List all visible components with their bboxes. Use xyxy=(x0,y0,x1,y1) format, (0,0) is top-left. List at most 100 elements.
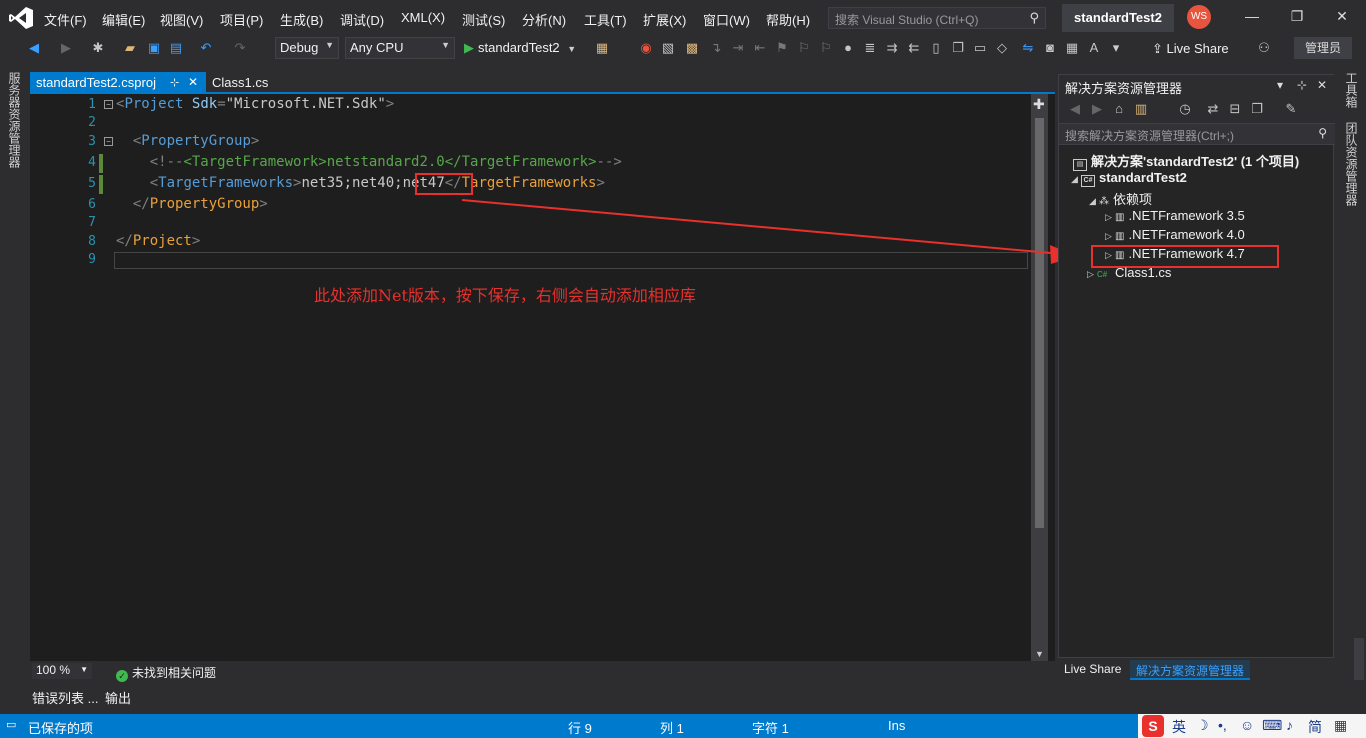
pin-icon[interactable]: ⊹ xyxy=(170,76,179,89)
start-debug-button[interactable]: ▶ standardTest2 ▼ xyxy=(464,40,576,56)
fold-toggle-icon[interactable]: − xyxy=(104,100,113,109)
undo-icon[interactable]: ↶ xyxy=(198,40,214,56)
keyboard-icon[interactable]: ⌨ xyxy=(1262,717,1282,734)
maximize-icon[interactable]: ❐ xyxy=(1287,8,1307,26)
expanded-icon[interactable]: ◢ xyxy=(1071,174,1081,185)
menu-project[interactable]: 项目(P) xyxy=(220,10,263,29)
collapsed-icon[interactable]: ▷ xyxy=(1105,231,1115,242)
close-icon[interactable]: ✕ xyxy=(1332,8,1352,26)
diag-icon[interactable]: ▧ xyxy=(660,40,676,56)
team-explorer-tab[interactable]: 团队资源管理器 xyxy=(1343,122,1360,206)
forward-icon[interactable]: ▶ xyxy=(58,40,74,56)
breakpoints-icon[interactable]: ● xyxy=(840,40,856,56)
process-icon[interactable]: ◉ xyxy=(638,40,654,56)
sync-icon[interactable]: ⇄ xyxy=(1205,101,1221,117)
menu-help[interactable]: 帮助(H) xyxy=(766,10,810,29)
close-tab-icon[interactable]: ✕ xyxy=(188,75,198,89)
bookmark-next-icon[interactable]: ⚐ xyxy=(818,40,834,56)
ime-grid-icon[interactable]: ▦ xyxy=(1334,717,1347,734)
tree-framework-35[interactable]: ▷ ▥ .NETFramework 3.5 xyxy=(1105,208,1245,227)
comment-icon[interactable]: ▩ xyxy=(684,40,700,56)
tab-class1[interactable]: Class1.cs xyxy=(210,72,270,94)
collapsed-icon[interactable]: ▷ xyxy=(1087,269,1097,280)
menu-window[interactable]: 窗口(W) xyxy=(703,10,750,29)
tree-dependencies[interactable]: ◢ ⁂ 依赖项 xyxy=(1089,189,1152,208)
bookmark-prev-icon[interactable]: ⚐ xyxy=(796,40,812,56)
tree-framework-40[interactable]: ▷ ▥ .NETFramework 4.0 xyxy=(1105,227,1245,246)
tree-class1[interactable]: ▷ C# Class1.cs xyxy=(1087,265,1171,284)
format-icon[interactable]: ≣ xyxy=(862,40,878,56)
tab-live-share[interactable]: Live Share xyxy=(1064,662,1121,676)
minimize-icon[interactable]: — xyxy=(1242,8,1262,26)
solution-search-input[interactable]: 搜索解决方案资源管理器(Ctrl+;) ⚲ xyxy=(1059,123,1335,145)
editor-scrollbar[interactable]: ✚ ▼ xyxy=(1031,94,1048,661)
tab-solution-explorer[interactable]: 解决方案资源管理器 xyxy=(1130,660,1251,680)
find-icon[interactable]: ◇ xyxy=(994,40,1010,56)
step-out-icon[interactable]: ⇤ xyxy=(752,40,768,56)
scrollbar-thumb[interactable] xyxy=(1035,118,1044,528)
window-position-icon[interactable]: ▾ xyxy=(1277,78,1283,92)
indent-icon[interactable]: ⇉ xyxy=(884,40,900,56)
collapsed-icon[interactable]: ▷ xyxy=(1105,212,1115,223)
step-over-icon[interactable]: ⇥ xyxy=(730,40,746,56)
tab-csproj[interactable]: standardTest2.csproj ⊹ ✕ xyxy=(30,72,206,94)
paste-icon[interactable]: ▭ xyxy=(972,40,988,56)
avatar[interactable]: WS xyxy=(1187,5,1211,29)
pending-changes-icon[interactable]: ◷ xyxy=(1177,101,1193,117)
voice-icon[interactable]: ♪ xyxy=(1286,717,1293,733)
bookmark-icon[interactable]: ⚑ xyxy=(774,40,790,56)
close-icon[interactable]: ✕ xyxy=(1317,78,1327,92)
live-share-button[interactable]: ⇪ Live Share xyxy=(1152,41,1229,57)
toolbox-tab[interactable]: 工具箱 xyxy=(1343,72,1360,108)
save-all-icon[interactable]: ▤ xyxy=(168,40,184,56)
emoji-icon[interactable]: ☺ xyxy=(1240,717,1254,733)
overflow-icon[interactable]: ▾ xyxy=(1108,40,1124,56)
feedback-icon[interactable]: ⚇ xyxy=(1256,40,1272,56)
vs-search-input[interactable]: 搜索 Visual Studio (Ctrl+Q) ⚲ xyxy=(828,7,1046,29)
ime-simplified[interactable]: 简 xyxy=(1308,717,1322,737)
menu-edit[interactable]: 编辑(E) xyxy=(102,10,145,29)
open-folder-icon[interactable]: ▰ xyxy=(122,40,138,56)
home-icon[interactable]: ⌂ xyxy=(1111,101,1127,117)
pin-icon[interactable]: ⊹ xyxy=(1297,78,1307,92)
fold-toggle-icon[interactable]: − xyxy=(104,137,113,146)
new-project-icon[interactable]: ✱ xyxy=(90,40,106,56)
tree-solution[interactable]: ▤ 解决方案'standardTest2' (1 个项目) xyxy=(1073,151,1299,171)
platform-select[interactable]: Any CPU ▼ xyxy=(345,37,455,59)
split-icon[interactable]: ✚ xyxy=(1033,96,1045,113)
menu-view[interactable]: 视图(V) xyxy=(160,10,203,29)
show-all-files-icon[interactable]: ❐ xyxy=(1249,101,1265,117)
ime-language[interactable]: 英 xyxy=(1172,717,1186,737)
code-editor[interactable]: 1 2 3 4 5 6 7 8 9 − − <Project Sdk="Micr… xyxy=(30,94,1055,661)
menu-test[interactable]: 测试(S) xyxy=(462,10,505,29)
menu-build[interactable]: 生成(B) xyxy=(280,10,323,29)
menu-debug[interactable]: 调试(D) xyxy=(340,10,384,29)
camera-icon[interactable]: ◙ xyxy=(1042,40,1058,56)
zoom-select[interactable]: 100 % ▼ xyxy=(32,663,92,679)
moon-icon[interactable]: ☽ xyxy=(1196,717,1209,734)
save-icon[interactable]: ▣ xyxy=(146,40,162,56)
tab-error-list[interactable]: 错误列表 ... xyxy=(32,688,98,707)
expanded-icon[interactable]: ◢ xyxy=(1089,196,1099,207)
step-icon[interactable]: ↴ xyxy=(708,40,724,56)
scroll-down-icon[interactable]: ▼ xyxy=(1035,649,1044,659)
switch-views-icon[interactable]: ▥ xyxy=(1133,101,1149,117)
issues-indicator[interactable]: ✓ 未找到相关问题 xyxy=(116,664,216,682)
copy-icon[interactable]: ❐ xyxy=(950,40,966,56)
mini-scrollbar[interactable] xyxy=(1354,638,1364,680)
menu-tools[interactable]: 工具(T) xyxy=(584,10,627,29)
back-icon[interactable]: ◀ xyxy=(1067,101,1083,117)
server-explorer-tab[interactable]: 服务器资源管理器 xyxy=(6,72,23,168)
menu-analyze[interactable]: 分析(N) xyxy=(522,10,566,29)
grid-icon[interactable]: ▦ xyxy=(1064,40,1080,56)
document-icon[interactable]: ▯ xyxy=(928,40,944,56)
attach-icon[interactable]: ⇋ xyxy=(1020,40,1036,56)
forward-icon[interactable]: ▶ xyxy=(1089,101,1105,117)
sogou-logo-icon[interactable]: S xyxy=(1142,715,1164,737)
collapse-all-icon[interactable]: ⊟ xyxy=(1227,101,1243,117)
redo-icon[interactable]: ↷ xyxy=(232,40,248,56)
text-icon[interactable]: A xyxy=(1086,40,1102,56)
menu-extensions[interactable]: 扩展(X) xyxy=(643,10,686,29)
browse-icon[interactable]: ▦ xyxy=(594,40,610,56)
config-select[interactable]: Debug ▼ xyxy=(275,37,339,59)
